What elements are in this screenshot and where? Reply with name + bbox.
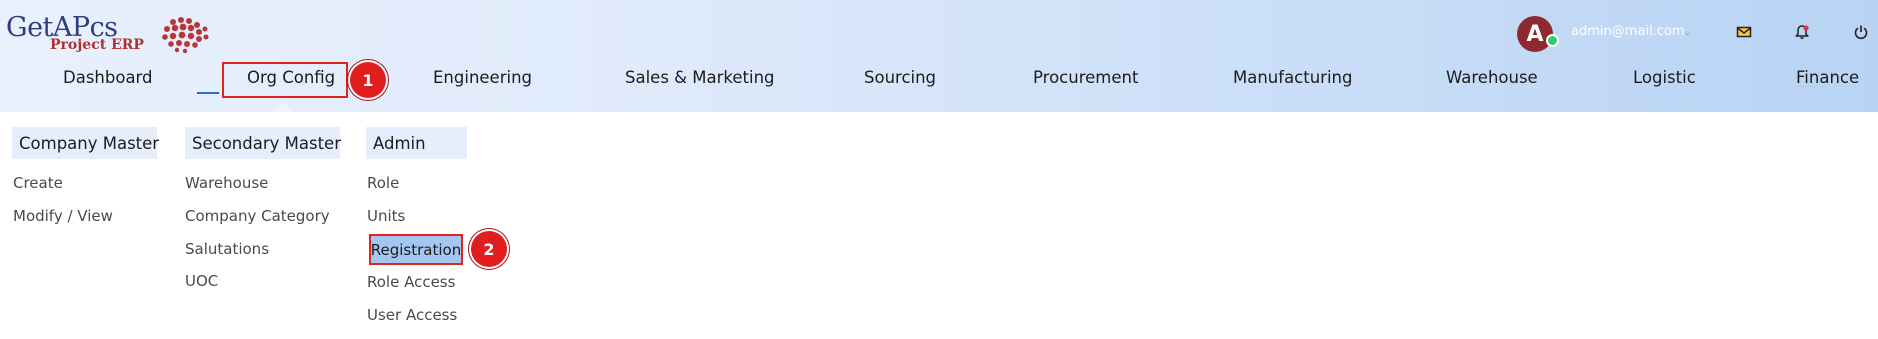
chevron-down-icon[interactable]: ⌄ [1683,27,1691,38]
menu-link-units[interactable]: Units [367,207,405,225]
user-avatar[interactable]: A [1517,16,1553,52]
dropdown-caret [273,102,293,112]
nav-finance[interactable]: Finance [1796,68,1859,92]
user-email[interactable]: admin@mail.com [1571,24,1684,39]
annotation-badge-1: 1 [350,62,386,98]
menu-link-create[interactable]: Create [13,174,63,192]
menu-link-company-category[interactable]: Company Category [185,207,330,225]
mail-icon[interactable] [1736,24,1752,40]
logo[interactable]: GetAPcs Project ERP [6,10,216,56]
menu-link-role[interactable]: Role [367,174,399,192]
menu-link-uoc[interactable]: UOC [185,272,218,290]
online-status-dot [1546,34,1559,47]
menu-heading-secondary-master: Secondary Master [185,127,341,159]
menu-link-warehouse[interactable]: Warehouse [185,174,268,192]
nav-engineering[interactable]: Engineering [433,68,532,92]
power-icon[interactable] [1853,24,1869,40]
nav-procurement[interactable]: Procurement [1033,68,1138,92]
nav-dashboard[interactable]: Dashboard [63,68,153,92]
annotation-badge-2: 2 [471,231,507,267]
nav-logistic[interactable]: Logistic [1633,68,1696,92]
menu-link-role-access[interactable]: Role Access [367,273,455,291]
nav-warehouse[interactable]: Warehouse [1446,68,1538,92]
active-nav-underline [197,92,219,94]
bell-icon[interactable] [1794,24,1810,40]
menu-link-user-access[interactable]: User Access [367,306,457,324]
logo-globe-icon [162,17,209,54]
menu-link-registration[interactable]: Registration [369,234,463,265]
nav-sales-marketing[interactable]: Sales & Marketing [625,68,775,92]
menu-link-modify-view[interactable]: Modify / View [13,207,113,225]
nav-manufacturing[interactable]: Manufacturing [1233,68,1352,92]
menu-link-salutations[interactable]: Salutations [185,240,269,258]
nav-sourcing[interactable]: Sourcing [864,68,936,92]
annotation-box-org-config [222,62,348,98]
logo-subtext: Project ERP [50,37,144,53]
menu-heading-admin: Admin [366,127,467,159]
menu-heading-company-master: Company Master [12,127,159,159]
